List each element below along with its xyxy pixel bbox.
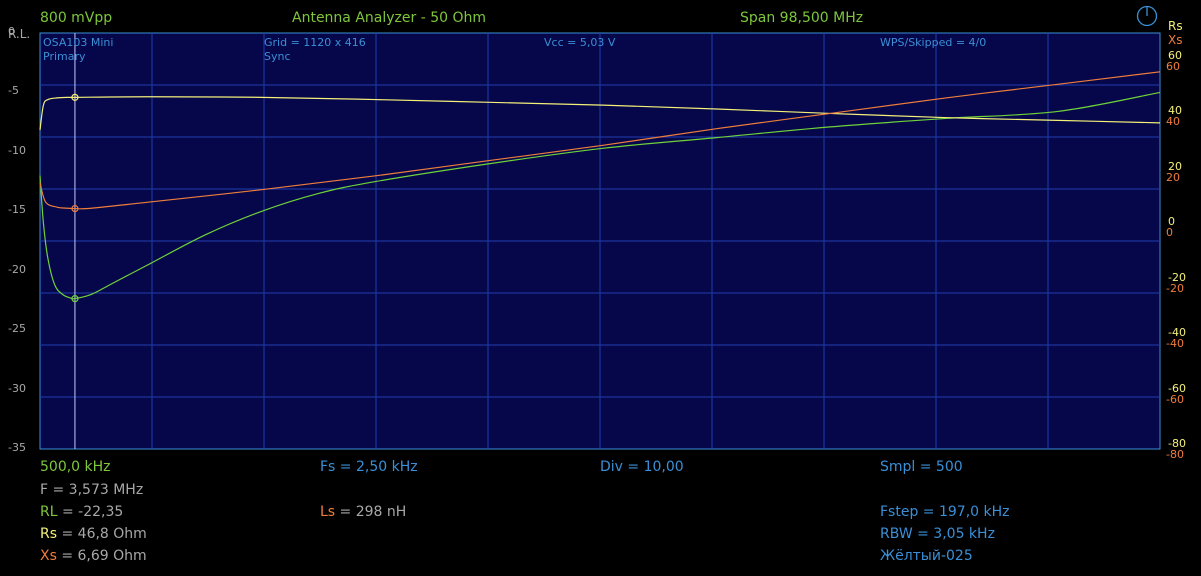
sync-info: Sync: [264, 50, 291, 63]
rl-readout-label: RL: [40, 504, 58, 520]
rl-tick-label: -25: [8, 322, 26, 336]
xs-readout: Xs = 6,69 Ohm: [40, 548, 147, 564]
xs-tick-label: 60: [1166, 59, 1180, 73]
xs-tick-label: 20: [1166, 170, 1180, 184]
grid-info: Grid = 1120 x 416: [264, 36, 366, 49]
rl-tick-label: 0: [8, 25, 15, 38]
ls-readout: Ls = 298 nH: [320, 504, 406, 520]
rl-tick-label: -10: [8, 143, 26, 157]
rl-tick-label: -15: [8, 203, 26, 217]
preset-name: Жёлтый-025: [880, 548, 973, 564]
start-frequency: 500,0 kHz: [40, 459, 111, 475]
xs-tick-label: -80: [1166, 448, 1184, 461]
rs-readout-label: Rs: [40, 526, 58, 542]
rl-readout: RL = -22,35: [40, 504, 123, 520]
device-name: OSA103 Mini: [43, 36, 114, 49]
fstep-value: Fstep = 197,0 kHz: [880, 504, 1010, 520]
rl-readout-value: = -22,35: [57, 504, 124, 520]
rs-axis-label: Rs: [1168, 19, 1183, 33]
smpl-value: Smpl = 500: [880, 459, 963, 475]
rl-tick-label: -20: [8, 262, 26, 276]
channel-name: Primary: [43, 50, 86, 63]
cursor-frequency: F = 3,573 MHz: [40, 482, 144, 498]
ls-readout-label: Ls: [320, 504, 336, 520]
xs-readout-value: = 6,69 Ohm: [56, 548, 147, 564]
xs-readout-label: Xs: [40, 548, 57, 564]
xs-tick-label: 0: [1166, 226, 1173, 240]
xs-tick-label: -40: [1166, 337, 1184, 351]
analyzer-chart: [39, 32, 1161, 450]
vcc-info: Vcc = 5,03 V: [544, 36, 616, 49]
rs-readout-value: = 46,8 Ohm: [57, 526, 147, 542]
amplitude-label: 800 mVpp: [40, 10, 113, 26]
ls-readout-value: = 298 nH: [335, 504, 407, 520]
power-icon[interactable]: [1136, 5, 1158, 27]
rbw-value: RBW = 3,05 kHz: [880, 526, 995, 542]
xs-axis-label: Xs: [1168, 33, 1183, 47]
xs-tick-label: -20: [1166, 281, 1184, 295]
xs-tick-label: -60: [1166, 392, 1184, 406]
rs-readout: Rs = 46,8 Ohm: [40, 526, 147, 542]
wps-info: WPS/Skipped = 4/0: [880, 36, 987, 49]
xs-tick-label: 40: [1166, 115, 1180, 129]
mode-title: Antenna Analyzer - 50 Ohm: [292, 10, 486, 26]
rl-tick-label: -35: [8, 441, 26, 454]
rl-tick-label: -30: [8, 381, 26, 395]
span-label: Span 98,500 MHz: [740, 10, 864, 26]
fs-value: Fs = 2,50 kHz: [320, 459, 418, 475]
rl-tick-label: -5: [8, 84, 19, 98]
div-value: Div = 10,00: [600, 459, 684, 475]
